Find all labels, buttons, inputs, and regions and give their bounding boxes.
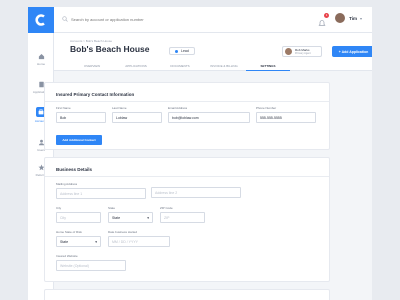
home-state-value: State — [60, 239, 69, 244]
notifications[interactable]: 1 — [318, 12, 330, 26]
search-icon — [62, 16, 68, 22]
email-label: Email Address — [168, 106, 188, 110]
website-label: Insured Website — [56, 254, 78, 258]
start-date-field: Date business started MM / DD / YYYY — [108, 230, 170, 247]
divider — [45, 101, 329, 102]
add-contact-button[interactable]: Add Additional Contact — [56, 135, 102, 145]
agent-card[interactable]: Rob Marks Primary Agent — [282, 46, 322, 57]
status-label: Lead — [181, 48, 189, 53]
tab-overview[interactable]: OVERVIEW — [70, 64, 114, 71]
city-label: City — [56, 206, 62, 210]
sidebar-item-label: Home — [36, 62, 45, 66]
first-name-input[interactable]: Bob — [56, 112, 106, 123]
zip-label: ZIP Code — [160, 206, 173, 210]
breadcrumb[interactable]: Accounts > Bob's Beach House — [70, 39, 112, 43]
website-field: Insured Website Website (Optional) — [56, 254, 126, 271]
last-name-field: Last Name Loblaw — [112, 106, 162, 123]
contact-card-title: Insured Primary Contact Information — [56, 92, 135, 97]
first-name-label: First Name — [56, 106, 71, 110]
agent-avatar — [285, 48, 292, 55]
user-name: Tim — [349, 15, 357, 21]
business-card-title: Business Details — [56, 167, 93, 172]
page-title: Bob's Beach House — [70, 44, 150, 54]
search-input[interactable] — [71, 16, 181, 22]
address-line1-input[interactable]: Address line 1 — [56, 188, 146, 199]
city-field: City City — [56, 206, 101, 223]
phone-label: Phone Number — [256, 106, 277, 110]
last-name-label: Last Name — [112, 106, 127, 110]
notification-badge: 1 — [324, 12, 330, 18]
zip-input[interactable]: ZIP — [160, 212, 205, 223]
tab-documents[interactable]: DOCUMENTS — [158, 64, 202, 71]
home-state-select[interactable]: State ▾ — [56, 236, 101, 247]
email-input[interactable]: bob@loblaw.com — [168, 112, 250, 123]
page-header: Accounts > Bob's Beach House Bob's Beach… — [54, 33, 372, 71]
phone-input[interactable]: 555-555-5555 — [256, 112, 316, 123]
add-application-button[interactable]: + Add Application — [332, 46, 372, 57]
email-field: Email Address bob@loblaw.com — [168, 106, 250, 123]
first-name-field: First Name Bob — [56, 106, 106, 123]
zip-field: ZIP Code ZIP — [160, 206, 205, 223]
business-card: Business Details Mailing Address Address… — [44, 157, 330, 282]
start-date-input[interactable]: MM / DD / YYYY — [108, 236, 170, 247]
tab-settings[interactable]: SETTINGS — [246, 64, 290, 71]
app-window: 1 Tim ▾ Home Applications Accounts Users — [28, 7, 372, 300]
status-dot-icon — [175, 49, 178, 53]
app-logo[interactable] — [28, 7, 54, 33]
search-bar[interactable] — [62, 16, 181, 22]
state-field: State State ▾ — [108, 206, 153, 223]
agent-role: Primary Agent — [295, 51, 311, 55]
top-bar: 1 Tim ▾ — [28, 7, 372, 33]
bell-icon — [318, 19, 326, 26]
city-input[interactable]: City — [56, 212, 101, 223]
status-dropdown[interactable]: Lead — [169, 47, 195, 55]
state-value: State — [112, 215, 121, 220]
chevron-down-icon: ▾ — [147, 215, 149, 220]
logo-icon — [35, 14, 45, 26]
address-line2-field: Address line 2 — [151, 187, 241, 198]
chevron-down-icon: ▾ — [95, 239, 97, 244]
address-line1-field: Mailing Address Address line 1 — [56, 182, 146, 199]
tab-applications[interactable]: APPLICATIONS — [114, 64, 158, 71]
tab-invoice-billing[interactable]: INVOICE & BILLING — [202, 64, 246, 71]
chevron-down-icon[interactable]: ▾ — [360, 16, 362, 21]
start-date-label: Date business started — [108, 230, 138, 234]
state-select[interactable]: State ▾ — [108, 212, 153, 223]
address-line2-input[interactable]: Address line 2 — [151, 187, 241, 198]
divider — [45, 176, 329, 177]
mailing-address-label: Mailing Address — [56, 182, 78, 186]
home-state-field: Home State of Risk State ▾ — [56, 230, 101, 247]
phone-field: Phone Number 555-555-5555 — [256, 106, 316, 123]
contact-card: Insured Primary Contact Information Firs… — [44, 82, 330, 150]
last-name-input[interactable]: Loblaw — [112, 112, 162, 123]
sidebar-item-home[interactable]: Home — [28, 53, 54, 66]
tab-bar: OVERVIEW APPLICATIONS DOCUMENTS INVOICE … — [70, 64, 290, 71]
website-input[interactable]: Website (Optional) — [56, 260, 126, 271]
user-menu[interactable]: 1 Tim ▾ — [318, 12, 362, 26]
home-state-label: Home State of Risk — [56, 230, 82, 234]
home-icon — [38, 54, 44, 60]
avatar[interactable] — [335, 13, 346, 23]
next-section-card — [44, 289, 330, 300]
state-label: State — [108, 206, 116, 210]
